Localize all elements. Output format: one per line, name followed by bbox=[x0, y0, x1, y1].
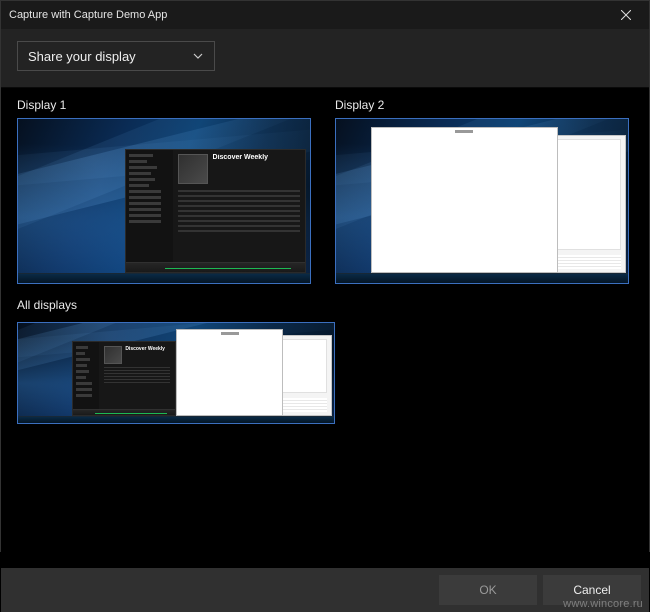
header-row: Share your display bbox=[1, 29, 649, 88]
spotify-window-preview-small: Discover Weekly bbox=[72, 341, 176, 416]
dropdown-label: Share your display bbox=[28, 49, 136, 64]
blank-window-preview-small bbox=[176, 329, 283, 416]
display-1-tile[interactable]: Discover Weekly bbox=[17, 118, 311, 284]
footer: OK Cancel bbox=[1, 568, 649, 612]
chevron-down-icon bbox=[192, 50, 204, 62]
blank-window-preview bbox=[371, 127, 558, 273]
spotify-heading: Discover Weekly bbox=[213, 154, 300, 161]
window-title: Capture with Capture Demo App bbox=[9, 9, 611, 21]
all-displays-label: All displays bbox=[17, 298, 633, 312]
display-1-label: Display 1 bbox=[17, 98, 311, 112]
close-button[interactable] bbox=[611, 1, 641, 29]
close-icon bbox=[621, 10, 631, 20]
all-displays-tile[interactable]: Discover Weekly bbox=[17, 322, 335, 424]
share-mode-dropdown[interactable]: Share your display bbox=[17, 41, 215, 71]
display-2-tile[interactable] bbox=[335, 118, 629, 284]
display-2-label: Display 2 bbox=[335, 98, 629, 112]
spotify-heading-small: Discover Weekly bbox=[125, 346, 170, 352]
ok-button[interactable]: OK bbox=[439, 575, 537, 605]
content-area: Display 1 Discover Weekly bbox=[1, 88, 649, 612]
spotify-window-preview: Discover Weekly bbox=[125, 149, 306, 273]
cancel-button[interactable]: Cancel bbox=[543, 575, 641, 605]
titlebar: Capture with Capture Demo App bbox=[1, 1, 649, 29]
